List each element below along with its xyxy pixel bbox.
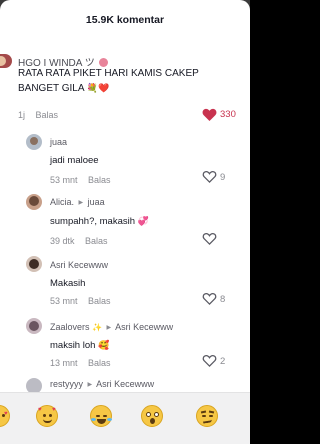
comment-text-line1: RATA RATA PIKET HARI KAMIS CAKEP bbox=[18, 68, 199, 79]
reply-text-line: maksih loh 🥰 bbox=[50, 340, 109, 351]
reply-item: Zaalovers ✨ ▶ Asri Kecewww maksih loh 🥰 … bbox=[0, 314, 250, 372]
comments-panel: 15.9K komentar HGO I WINDA ツ RATA RATA P… bbox=[0, 0, 250, 444]
reply-username[interactable]: restyyyy bbox=[50, 379, 83, 389]
reply-meta: 53 mnt Balas bbox=[50, 175, 111, 185]
heart-outline-icon bbox=[202, 293, 216, 305]
reply-meta: 13 mnt Balas bbox=[50, 358, 111, 368]
comment-item: HGO I WINDA ツ RATA RATA PIKET HARI KAMIS… bbox=[0, 48, 250, 128]
reply-meta: 39 dtk Balas bbox=[50, 236, 108, 246]
reply-button[interactable]: Balas bbox=[85, 236, 108, 246]
like-button[interactable] bbox=[200, 232, 218, 245]
comment-emoji: 💐❤️ bbox=[86, 83, 110, 93]
reply-item: restyyyy ▶ Asri Kecewww bbox=[0, 376, 250, 392]
comment-time: 1j bbox=[18, 110, 26, 120]
like-button[interactable] bbox=[200, 354, 218, 367]
reply-arrow-icon: ▶ bbox=[106, 325, 112, 331]
reply-to-username[interactable]: Asri Kecewww bbox=[96, 379, 154, 389]
reply-username[interactable]: juaa bbox=[50, 137, 67, 147]
reply-username-line: Zaalovers ✨ ▶ Asri Kecewww bbox=[50, 322, 173, 332]
smiling-hearts-emoji-icon[interactable]: ♥ bbox=[0, 405, 10, 427]
like-count: 9 bbox=[220, 172, 226, 183]
like-button[interactable] bbox=[200, 170, 218, 183]
reply-item: Asri Kecewww Makasih 53 mnt Balas 8 bbox=[0, 252, 250, 310]
comments-count-title: 15.9K komentar bbox=[85, 14, 165, 26]
reply-text: maksih loh bbox=[50, 340, 96, 351]
like-count: 8 bbox=[220, 294, 226, 305]
reply-to-username[interactable]: Asri Kecewww bbox=[115, 322, 173, 332]
reply-item: juaa jadi maloee 53 mnt Balas 9 bbox=[0, 130, 250, 188]
reply-button[interactable]: Balas bbox=[88, 358, 111, 368]
pink-badge-icon bbox=[99, 58, 109, 67]
avatar[interactable] bbox=[26, 134, 42, 150]
like-count: 330 bbox=[220, 109, 236, 120]
reply-emoji: 🥰 bbox=[98, 340, 110, 350]
reply-time: 53 mnt bbox=[50, 175, 78, 185]
astonished-emoji-icon[interactable] bbox=[141, 405, 163, 427]
reply-text: Makasih bbox=[50, 278, 86, 289]
reply-text-line: sumpahh?, makasih 💞 bbox=[50, 216, 149, 227]
reply-username[interactable]: Zaalovers bbox=[50, 322, 90, 332]
reply-button[interactable]: Balas bbox=[36, 110, 59, 120]
avatar[interactable] bbox=[26, 378, 42, 392]
smirking-emoji-icon[interactable] bbox=[196, 405, 218, 427]
reply-text: sumpahh?, makasih bbox=[50, 216, 136, 227]
reply-username[interactable]: Asri Kecewww bbox=[50, 260, 108, 270]
avatar[interactable] bbox=[0, 54, 12, 68]
reply-button[interactable]: Balas bbox=[88, 175, 111, 185]
reply-username-line: restyyyy ▶ Asri Kecewww bbox=[50, 379, 154, 389]
smiling-hearts-emoji-icon[interactable]: ♥ ♥ bbox=[36, 405, 58, 427]
reply-item: Alicia. ▶ juaa sumpahh?, makasih 💞 39 dt… bbox=[0, 190, 250, 248]
reply-to-username[interactable]: juaa bbox=[88, 197, 105, 207]
heart-outline-icon bbox=[202, 233, 216, 245]
reply-time: 39 dtk bbox=[50, 236, 75, 246]
reply-arrow-icon: ▶ bbox=[87, 382, 93, 388]
heart-outline-icon bbox=[202, 355, 216, 367]
reply-username[interactable]: Alicia. bbox=[50, 197, 74, 207]
comment-text-line2: BANGET GILA 💐❤️ bbox=[18, 83, 109, 94]
emoji-quick-bar: ♥ ♥ ♥ bbox=[0, 392, 250, 444]
avatar[interactable] bbox=[26, 256, 42, 272]
reply-arrow-icon: ▶ bbox=[78, 200, 84, 206]
like-button[interactable] bbox=[200, 292, 218, 305]
sparkle-icon: ✨ bbox=[92, 323, 102, 332]
comment-text-part: BANGET GILA bbox=[18, 83, 84, 94]
reply-text: jadi maloee bbox=[50, 155, 99, 166]
reply-username-line: Alicia. ▶ juaa bbox=[50, 197, 105, 207]
reply-time: 13 mnt bbox=[50, 358, 78, 368]
avatar[interactable] bbox=[26, 318, 42, 334]
reply-emoji: 💞 bbox=[137, 216, 149, 226]
reply-button[interactable]: Balas bbox=[88, 296, 111, 306]
comment-username[interactable]: HGO I WINDA ツ bbox=[18, 54, 109, 69]
like-count: 2 bbox=[220, 356, 226, 367]
reply-time: 53 mnt bbox=[50, 296, 78, 306]
tears-of-joy-emoji-icon[interactable] bbox=[90, 405, 112, 427]
heart-outline-icon bbox=[202, 171, 216, 183]
heart-filled-icon bbox=[202, 108, 216, 121]
comment-meta: 1j Balas bbox=[18, 110, 58, 120]
like-button[interactable] bbox=[200, 108, 218, 121]
avatar[interactable] bbox=[26, 194, 42, 210]
reply-meta: 53 mnt Balas bbox=[50, 296, 111, 306]
